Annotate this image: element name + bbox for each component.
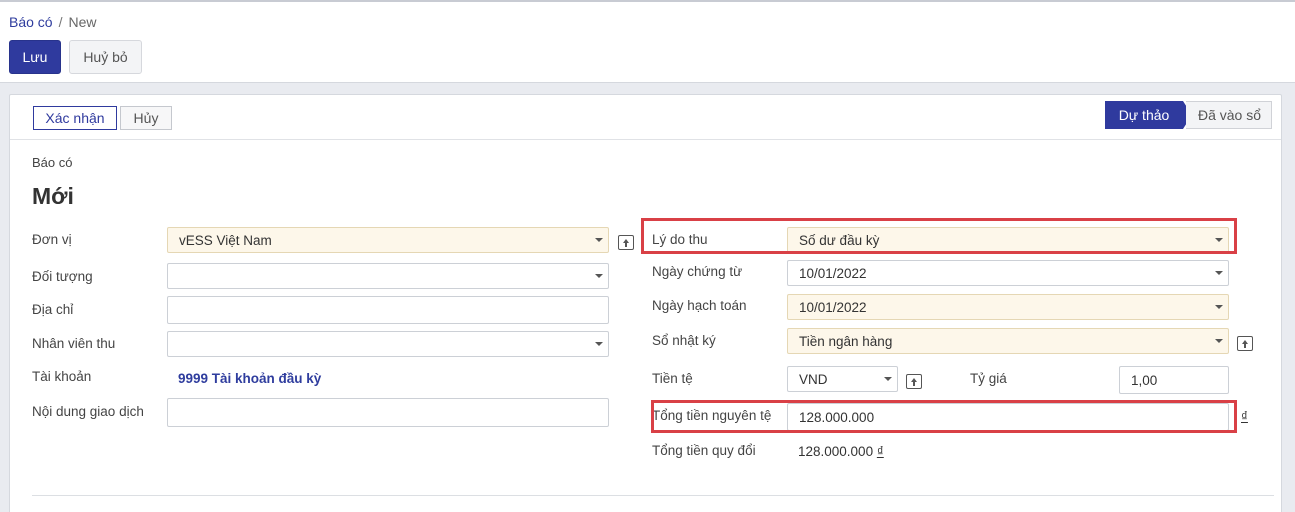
cancel-button[interactable]: Hủy <box>120 106 172 130</box>
tien-te-label: Tiền tệ <box>652 371 693 386</box>
noi-dung-label: Nội dung giao dịch <box>32 404 144 419</box>
document-type-label: Báo có <box>32 155 73 170</box>
tien-te-select[interactable]: VND <box>787 366 898 392</box>
tong-tien-quy-doi-label: Tổng tiền quy đổi <box>652 443 756 458</box>
chevron-down-icon <box>1215 271 1223 275</box>
so-nhat-ky-value: Tiền ngân hàng <box>799 333 893 349</box>
currency-symbol: ₫ <box>1241 409 1248 424</box>
save-button[interactable]: Lưu <box>9 40 61 74</box>
don-vi-value: vESS Việt Nam <box>179 232 272 248</box>
don-vi-label: Đơn vị <box>32 232 72 247</box>
noi-dung-input[interactable] <box>167 398 609 427</box>
ngay-hach-toan-label: Ngày hạch toán <box>652 298 747 313</box>
breadcrumb-separator: / <box>58 14 63 30</box>
stage-posted[interactable]: Đã vào sổ <box>1186 101 1272 129</box>
discard-button[interactable]: Huỷ bỏ <box>69 40 142 74</box>
nhan-vien-thu-label: Nhân viên thu <box>32 336 116 351</box>
ngay-chung-tu-label: Ngày chứng từ <box>652 264 743 279</box>
form-statusbar: Xác nhận Hủy Dự thảo Đã vào sổ <box>10 95 1281 140</box>
breadcrumb-current: New <box>68 14 97 30</box>
document-title: Mới <box>32 183 74 209</box>
breadcrumb-parent-link[interactable]: Báo có <box>9 14 53 30</box>
chevron-down-icon <box>884 377 892 381</box>
chevron-down-icon <box>595 238 603 242</box>
tong-tien-quy-doi-amount: 128.000.000 <box>798 444 874 459</box>
doi-tuong-label: Đối tượng <box>32 269 93 284</box>
stage-draft[interactable]: Dự thảo <box>1105 101 1183 129</box>
ngay-hach-toan-input[interactable]: 10/01/2022 <box>787 294 1229 320</box>
tien-te-value: VND <box>799 371 828 387</box>
don-vi-select[interactable]: vESS Việt Nam <box>167 227 609 253</box>
control-panel: Báo có / New Lưu Huỷ bỏ <box>0 0 1295 83</box>
chevron-down-icon <box>595 342 603 346</box>
ngay-chung-tu-value: 10/01/2022 <box>799 265 867 281</box>
tong-tien-quy-doi-value: 128.000.000 ₫ <box>798 444 884 459</box>
ngay-chung-tu-input[interactable]: 10/01/2022 <box>787 260 1229 286</box>
external-link-icon[interactable] <box>618 235 634 250</box>
doi-tuong-select[interactable] <box>167 263 609 289</box>
breadcrumb: Báo có / New <box>9 14 97 30</box>
external-link-icon[interactable] <box>1237 336 1253 351</box>
ty-gia-input[interactable]: 1,00 <box>1119 366 1229 394</box>
dia-chi-label: Địa chỉ <box>32 302 74 317</box>
ngay-hach-toan-value: 10/01/2022 <box>799 299 867 315</box>
so-nhat-ky-label: Sổ nhật ký <box>652 333 716 348</box>
tai-khoan-label: Tài khoản <box>32 369 92 384</box>
chevron-down-icon <box>1215 339 1223 343</box>
form-sheet: Xác nhận Hủy Dự thảo Đã vào sổ Báo có Mớ… <box>9 94 1282 512</box>
highlight-box <box>641 218 1237 254</box>
ty-gia-value: 1,00 <box>1131 372 1158 388</box>
ty-gia-label: Tỷ giá <box>970 371 1007 386</box>
highlight-box <box>651 400 1237 433</box>
chevron-down-icon <box>595 274 603 278</box>
chevron-down-icon <box>1215 305 1223 309</box>
currency-symbol: ₫ <box>876 444 884 459</box>
nhan-vien-thu-select[interactable] <box>167 331 609 357</box>
confirm-button[interactable]: Xác nhận <box>33 106 117 130</box>
divider <box>32 495 1274 496</box>
tai-khoan-link[interactable]: 9999 Tài khoản đầu kỳ <box>178 371 321 386</box>
external-link-icon[interactable] <box>906 374 922 389</box>
so-nhat-ky-select[interactable]: Tiền ngân hàng <box>787 328 1229 354</box>
dia-chi-input[interactable] <box>167 296 609 324</box>
